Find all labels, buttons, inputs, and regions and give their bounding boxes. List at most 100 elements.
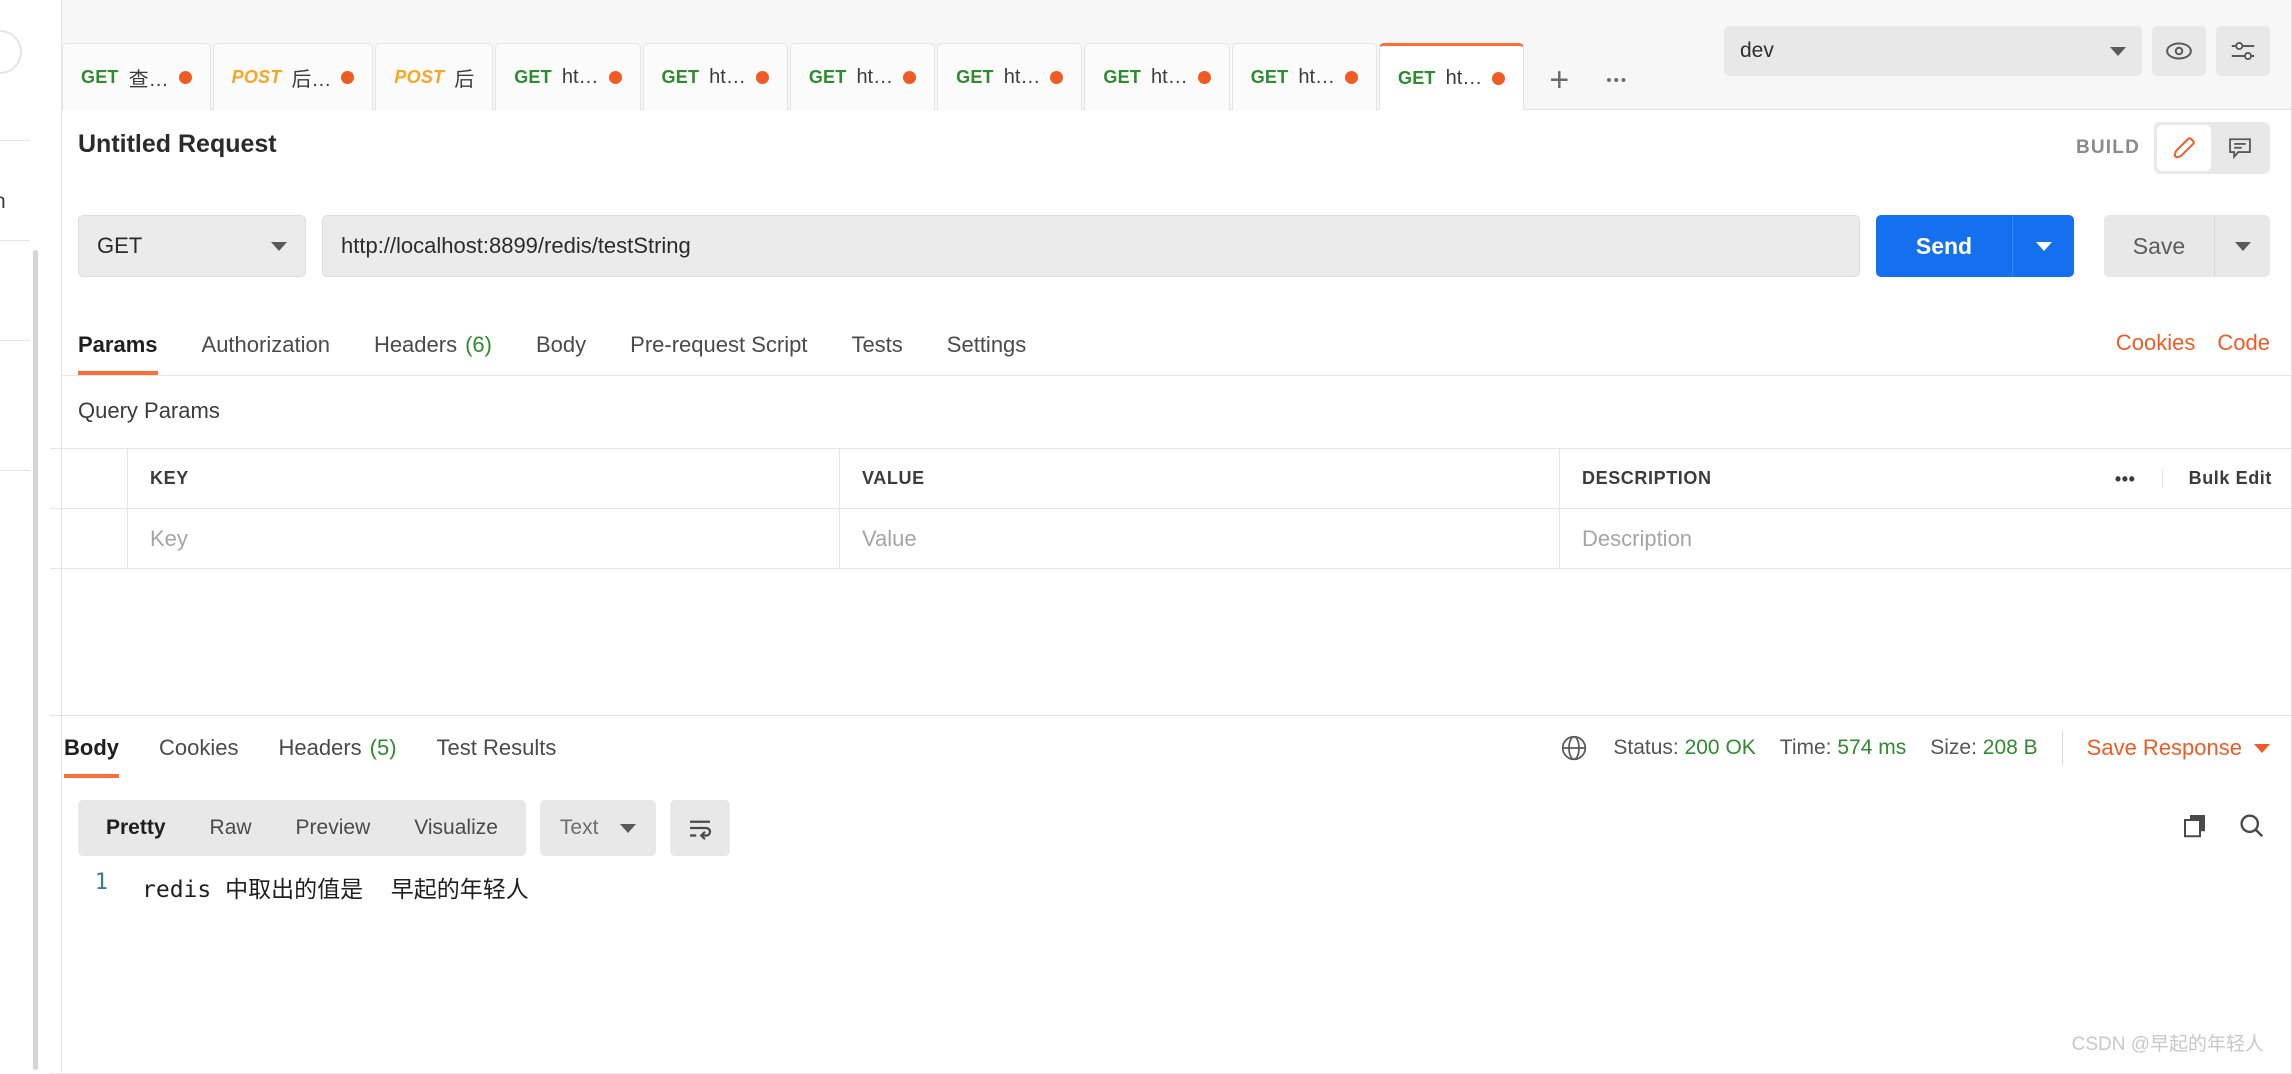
chevron-down-icon bbox=[620, 823, 637, 833]
tab-label: Body bbox=[64, 735, 119, 760]
key-input[interactable]: Key bbox=[150, 526, 188, 552]
tab-tests[interactable]: Tests bbox=[851, 315, 902, 375]
request-tab[interactable]: GET ht… bbox=[1084, 43, 1230, 111]
cookies-link[interactable]: Cookies bbox=[2116, 330, 2195, 356]
tab-count-badge: (6) bbox=[465, 332, 492, 357]
tab-params[interactable]: Params bbox=[78, 315, 158, 375]
column-header-value: VALUE bbox=[862, 468, 925, 488]
request-tab[interactable]: GET ht… bbox=[1379, 43, 1525, 111]
tab-label: Test Results bbox=[436, 735, 557, 760]
body-view-visualize[interactable]: Visualize bbox=[392, 816, 520, 840]
unsaved-changes-icon bbox=[1050, 71, 1064, 84]
unsaved-changes-icon bbox=[341, 71, 355, 84]
tab-title-label: ht… bbox=[709, 66, 746, 88]
word-wrap-button[interactable] bbox=[670, 800, 731, 856]
body-tools bbox=[2180, 810, 2266, 845]
time-value: 574 ms bbox=[1837, 736, 1907, 759]
request-header: Untitled Request BUILD bbox=[62, 110, 2292, 180]
tab-label: Headers bbox=[373, 332, 458, 357]
tab-method-label: GET bbox=[1398, 68, 1436, 88]
save-options-button[interactable] bbox=[2214, 215, 2270, 277]
sidebar-partial-label: h bbox=[0, 190, 6, 214]
tab-overflow-button[interactable]: ••• bbox=[1594, 50, 1640, 110]
time-label: Time: bbox=[1779, 736, 1832, 759]
eye-icon bbox=[2166, 42, 2192, 60]
value-input[interactable]: Value bbox=[862, 526, 917, 552]
tab-headers[interactable]: Headers (5) bbox=[278, 718, 396, 778]
send-options-button[interactable] bbox=[2012, 215, 2074, 277]
environment-name: dev bbox=[1740, 39, 1774, 62]
body-view-pretty[interactable]: Pretty bbox=[84, 816, 188, 840]
request-right-links: Cookies Code bbox=[2116, 330, 2270, 356]
bulk-edit-button[interactable]: Bulk Edit bbox=[2163, 468, 2272, 489]
avatar[interactable] bbox=[0, 30, 22, 74]
request-tab[interactable]: GET ht… bbox=[642, 43, 788, 111]
divider bbox=[62, 375, 2292, 376]
table-actions: ••• Bulk Edit bbox=[2089, 468, 2292, 489]
build-controls: BUILD bbox=[2076, 122, 2270, 174]
request-section-tabs: Params Authorization Headers (6) Body Pre-req… bbox=[78, 315, 1026, 375]
tab-headers[interactable]: Headers (6) bbox=[374, 315, 492, 375]
request-tab[interactable]: GET ht… bbox=[789, 43, 936, 111]
edit-mode-button[interactable] bbox=[2157, 125, 2211, 171]
request-tab[interactable]: GET ht… bbox=[937, 43, 1083, 111]
tab-pre-request-script[interactable]: Pre-request Script bbox=[630, 315, 807, 375]
save-response-button[interactable]: Save Response bbox=[2087, 735, 2270, 761]
search-button[interactable] bbox=[2236, 810, 2266, 845]
environment-selector[interactable]: dev bbox=[1724, 26, 2142, 76]
row-checkbox-cell[interactable] bbox=[50, 509, 128, 568]
more-options-icon[interactable]: ••• bbox=[2089, 469, 2163, 488]
save-response-label: Save Response bbox=[2086, 735, 2242, 760]
unsaved-changes-icon bbox=[755, 71, 769, 84]
pencil-icon bbox=[2173, 137, 2195, 159]
tab-authorization[interactable]: Authorization bbox=[202, 315, 330, 375]
tab-method-label: GET bbox=[81, 67, 119, 87]
tab-label: Cookies bbox=[159, 735, 239, 760]
send-button[interactable]: Send bbox=[1876, 215, 2012, 277]
request-tab[interactable]: GET ht… bbox=[495, 43, 641, 111]
word-wrap-icon bbox=[690, 820, 712, 841]
request-tab[interactable]: POST 后 bbox=[375, 43, 494, 111]
description-input[interactable]: Description bbox=[1582, 526, 1692, 552]
pane-divider[interactable] bbox=[50, 715, 2292, 716]
tab-body[interactable]: Body bbox=[536, 315, 586, 375]
comments-button[interactable] bbox=[2213, 125, 2267, 171]
search-icon bbox=[2240, 814, 2264, 838]
copy-button[interactable] bbox=[2180, 810, 2210, 845]
method-selector[interactable]: GET bbox=[78, 215, 306, 277]
tab-method-label: GET bbox=[661, 67, 700, 87]
send-button-group: Send bbox=[1876, 215, 2074, 277]
copy-icon bbox=[2184, 815, 2205, 838]
request-tab[interactable]: GET 查… bbox=[62, 43, 211, 111]
body-view-raw[interactable]: Raw bbox=[188, 816, 274, 840]
tab-method-label: GET bbox=[808, 67, 847, 87]
tab-title-label: ht… bbox=[1445, 67, 1483, 89]
environment-quick-look-button[interactable] bbox=[2152, 26, 2206, 76]
tab-body[interactable]: Body bbox=[64, 718, 119, 778]
url-input[interactable]: http://localhost:8899/redis/testString bbox=[322, 215, 1860, 277]
comment-icon bbox=[2229, 138, 2251, 160]
sidebar-scrollbar[interactable] bbox=[33, 250, 38, 1070]
save-button[interactable]: Save bbox=[2104, 215, 2214, 277]
tab-title-label: 后 bbox=[454, 69, 475, 91]
body-format-selector[interactable]: Text bbox=[539, 800, 657, 856]
url-bar: GET http://localhost:8899/redis/testStri… bbox=[78, 215, 2270, 277]
response-body-toolbar: Pretty Raw Preview Visualize Text bbox=[78, 800, 731, 856]
tab-cookies[interactable]: Cookies bbox=[159, 718, 238, 778]
code-link[interactable]: Code bbox=[2217, 330, 2270, 356]
status-value: 200 OK bbox=[1684, 736, 1756, 759]
environment-settings-button[interactable] bbox=[2216, 26, 2270, 76]
new-tab-button[interactable]: + bbox=[1542, 50, 1576, 110]
tab-method-label: GET bbox=[514, 67, 552, 87]
body-format-label: Text bbox=[559, 816, 599, 839]
response-body-text[interactable]: redis 中取出的值是 早起的年轻人 bbox=[142, 870, 529, 904]
request-tab[interactable]: GET ht… bbox=[1231, 43, 1378, 111]
request-tabs-list: GET 查… POST 后… POST 后 GET ht… GET ht… GET ht… GET ht…… bbox=[62, 42, 1640, 111]
tab-test-results[interactable]: Test Results bbox=[437, 718, 557, 778]
tab-method-label: GET bbox=[1250, 67, 1289, 87]
tab-method-label: GET bbox=[1103, 67, 1142, 87]
body-view-preview[interactable]: Preview bbox=[274, 816, 393, 840]
request-tab[interactable]: POST 后… bbox=[212, 43, 374, 111]
tab-settings[interactable]: Settings bbox=[947, 315, 1027, 375]
divider bbox=[0, 470, 30, 471]
